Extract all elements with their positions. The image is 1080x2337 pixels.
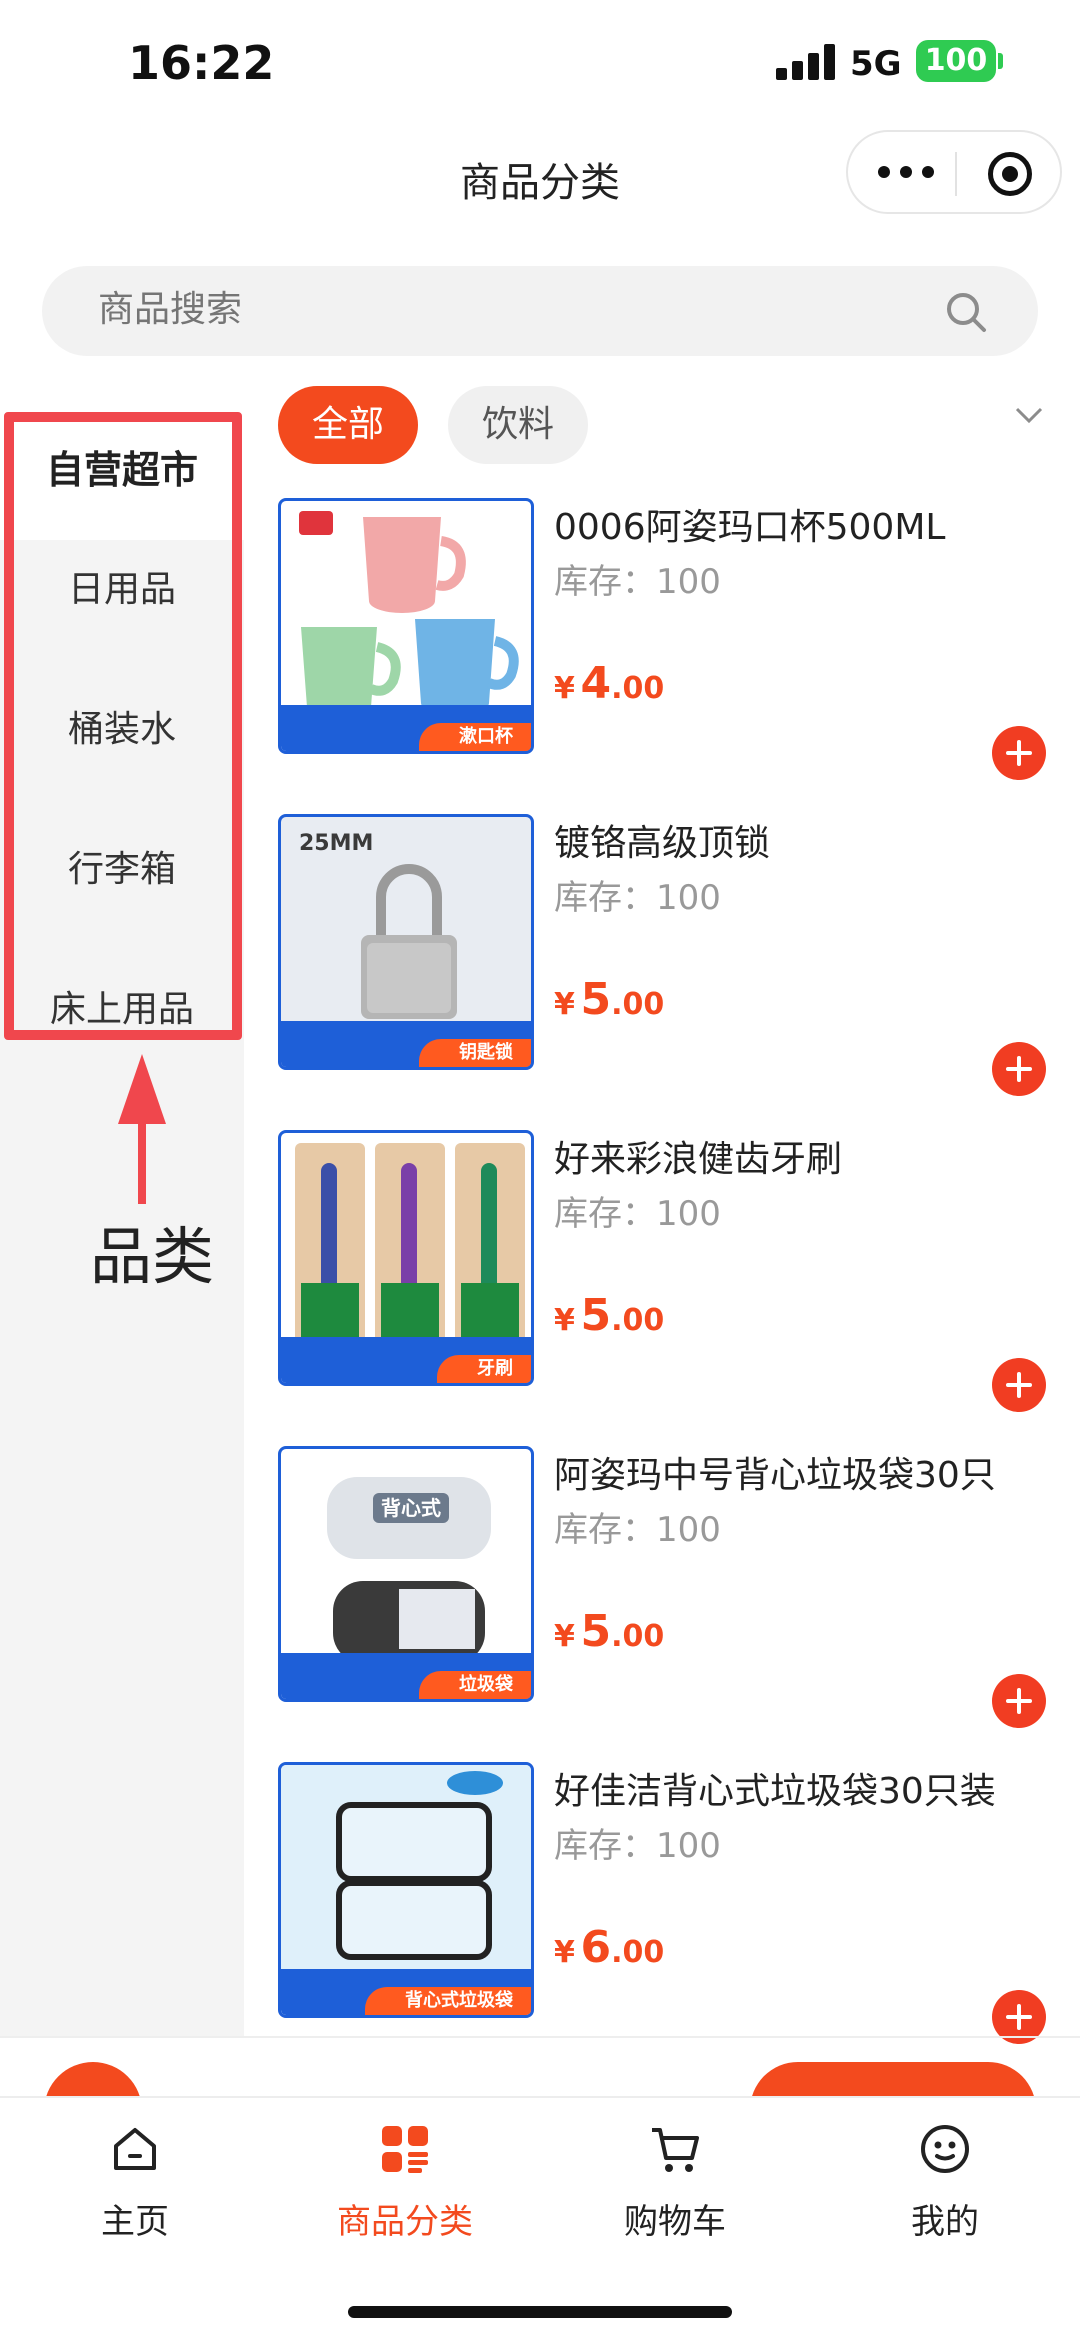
price-integer: 5 bbox=[580, 1606, 612, 1657]
product-image[interactable]: 背心式垃圾袋 bbox=[278, 1762, 534, 2018]
annotation-arrow-shaft bbox=[138, 1104, 146, 1204]
product-price: ¥ 6.00 bbox=[554, 1922, 664, 1973]
add-to-cart-button[interactable] bbox=[992, 1042, 1046, 1096]
product-name[interactable]: 阿姿玛中号背心垃圾袋30只 bbox=[554, 1446, 996, 1498]
search-icon[interactable] bbox=[944, 290, 988, 334]
image-caption: 25MM bbox=[299, 831, 374, 856]
content-divider bbox=[0, 2036, 1080, 2038]
product-image[interactable]: 背心式 垃圾袋 bbox=[278, 1446, 534, 1702]
product-stock: 库存：100 bbox=[554, 1510, 721, 1550]
category-icon bbox=[382, 2126, 428, 2173]
mini-program-capsule bbox=[846, 130, 1062, 214]
tab-label: 购物车 bbox=[624, 2202, 726, 2242]
product-item[interactable]: 牙刷 好来彩浪健齿牙刷 库存：100 ¥ 5.00 bbox=[278, 1130, 1068, 1412]
add-to-cart-button[interactable] bbox=[992, 1674, 1046, 1728]
price-decimal: .00 bbox=[611, 1303, 665, 1338]
close-mini-program-icon[interactable] bbox=[988, 152, 1032, 196]
add-to-cart-button[interactable] bbox=[992, 1358, 1046, 1412]
product-name[interactable]: 镀铬高级顶锁 bbox=[554, 814, 770, 866]
product-price: ¥ 5.00 bbox=[554, 1290, 664, 1341]
price-currency: ¥ bbox=[554, 671, 575, 706]
product-name[interactable]: 好佳洁背心式垃圾袋30只装 bbox=[554, 1762, 996, 1814]
chevron-down-icon[interactable] bbox=[1014, 400, 1044, 430]
product-tag: 背心式垃圾袋 bbox=[365, 1987, 531, 2015]
product-price: ¥ 5.00 bbox=[554, 1606, 664, 1657]
search-bar[interactable] bbox=[42, 266, 1038, 356]
price-currency: ¥ bbox=[554, 1935, 575, 1970]
tab-label: 主页 bbox=[101, 2202, 169, 2242]
battery-tip bbox=[998, 53, 1003, 69]
product-name[interactable]: 好来彩浪健齿牙刷 bbox=[554, 1130, 842, 1182]
product-price: ¥ 4.00 bbox=[554, 658, 664, 709]
more-icon[interactable] bbox=[878, 162, 934, 182]
signal-icon bbox=[776, 44, 838, 80]
price-currency: ¥ bbox=[554, 987, 575, 1022]
price-decimal: .00 bbox=[611, 671, 665, 706]
product-item[interactable]: 漱口杯 0006阿姿玛口杯500ML 库存：100 ¥ 4.00 bbox=[278, 498, 1068, 780]
cart-icon bbox=[652, 2128, 699, 2172]
add-to-cart-button[interactable] bbox=[992, 726, 1046, 780]
capsule-divider bbox=[955, 152, 957, 196]
price-decimal: .00 bbox=[611, 1935, 665, 1970]
product-tag: 钥匙锁 bbox=[419, 1039, 531, 1067]
tab-profile[interactable]: 我的 bbox=[810, 2122, 1080, 2243]
product-stock: 库存：100 bbox=[554, 1826, 721, 1866]
price-integer: 4 bbox=[580, 658, 612, 709]
status-bar: 16:22 5G 100 bbox=[0, 0, 1080, 120]
price-decimal: .00 bbox=[611, 1619, 665, 1654]
price-integer: 5 bbox=[580, 974, 612, 1025]
product-image[interactable]: 牙刷 bbox=[278, 1130, 534, 1386]
product-item[interactable]: 25MM 钥匙锁 镀铬高级顶锁 库存：100 ¥ 5.00 bbox=[278, 814, 1068, 1096]
product-item[interactable]: 背心式 垃圾袋 阿姿玛中号背心垃圾袋30只 库存：100 ¥ 5.00 bbox=[278, 1446, 1068, 1728]
price-decimal: .00 bbox=[611, 987, 665, 1022]
status-time: 16:22 bbox=[128, 36, 275, 90]
tab-home[interactable]: 主页 bbox=[0, 2122, 270, 2243]
tab-cart[interactable]: 购物车 bbox=[540, 2122, 810, 2243]
annotation-label: 品类 bbox=[90, 1220, 215, 1293]
battery-icon: 100 bbox=[916, 40, 996, 82]
network-label: 5G bbox=[850, 44, 902, 84]
product-stock: 库存：100 bbox=[554, 562, 721, 602]
chip-drinks[interactable]: 饮料 bbox=[448, 386, 589, 464]
product-tag: 垃圾袋 bbox=[419, 1671, 531, 1699]
product-price: ¥ 5.00 bbox=[554, 974, 664, 1025]
tab-category[interactable]: 商品分类 bbox=[270, 2122, 540, 2243]
chip-all[interactable]: 全部 bbox=[278, 386, 419, 464]
search-input[interactable] bbox=[98, 288, 563, 330]
product-image[interactable]: 漱口杯 bbox=[278, 498, 534, 754]
product-name[interactable]: 0006阿姿玛口杯500ML bbox=[554, 498, 945, 550]
home-icon bbox=[114, 2128, 156, 2170]
product-item[interactable]: 背心式垃圾袋 好佳洁背心式垃圾袋30只装 库存：100 ¥ 6.00 bbox=[278, 1762, 1068, 2044]
profile-icon bbox=[921, 2125, 969, 2173]
product-image[interactable]: 25MM 钥匙锁 bbox=[278, 814, 534, 1070]
price-currency: ¥ bbox=[554, 1303, 575, 1338]
image-caption: 背心式 bbox=[373, 1493, 449, 1523]
product-stock: 库存：100 bbox=[554, 878, 721, 918]
bottom-tabbar: 主页 商品分类 购物车 我的 bbox=[0, 2096, 1080, 2337]
price-integer: 6 bbox=[580, 1922, 612, 1973]
price-integer: 5 bbox=[580, 1290, 612, 1341]
price-currency: ¥ bbox=[554, 1619, 575, 1654]
product-stock: 库存：100 bbox=[554, 1194, 721, 1234]
product-tag: 漱口杯 bbox=[419, 723, 531, 751]
annotation-highlight-box bbox=[4, 412, 242, 1040]
home-indicator bbox=[348, 2306, 732, 2318]
tab-label: 我的 bbox=[911, 2202, 979, 2242]
product-tag: 牙刷 bbox=[437, 1355, 531, 1383]
tab-label: 商品分类 bbox=[337, 2202, 473, 2242]
